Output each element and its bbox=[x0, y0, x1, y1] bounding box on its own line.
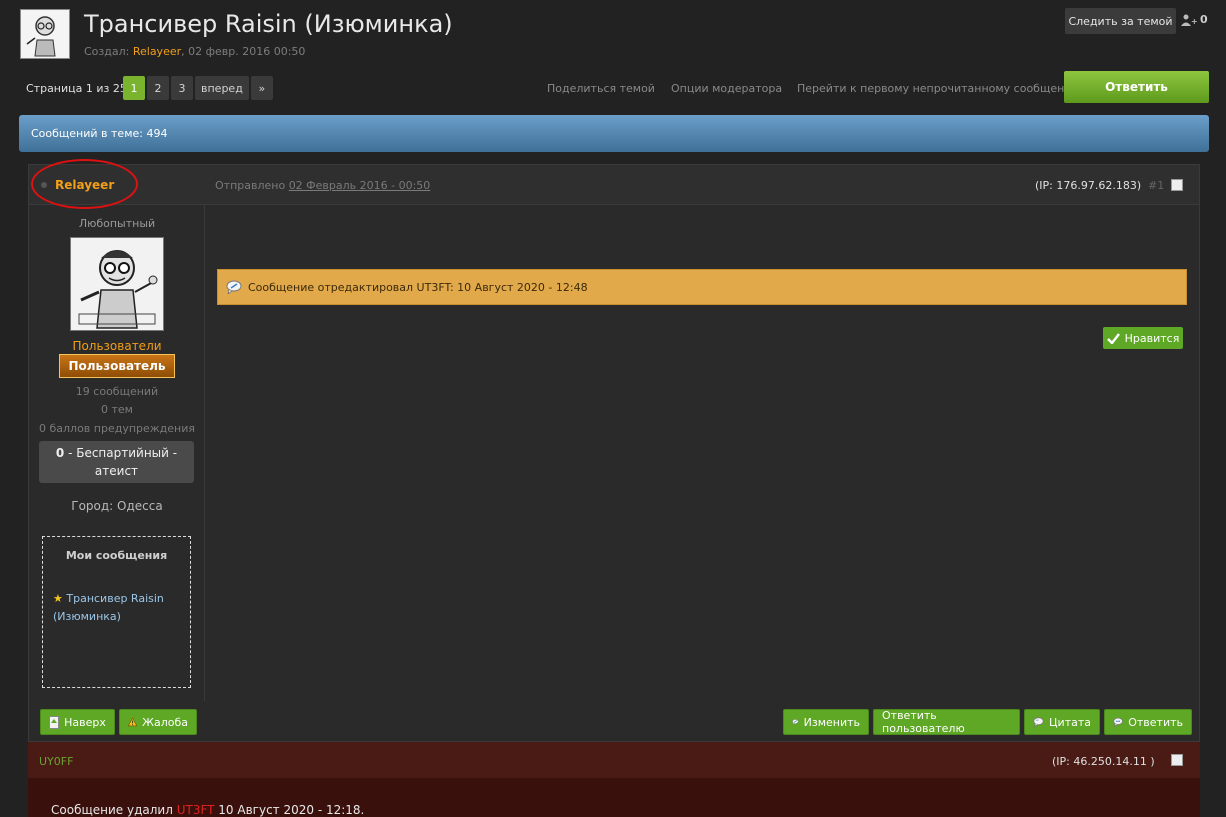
reply-topic-button[interactable]: Ответить bbox=[1064, 71, 1209, 103]
reply-bubble-icon bbox=[1113, 717, 1123, 728]
edit-bubble-icon bbox=[792, 719, 799, 726]
next-page-button[interactable]: вперед bbox=[195, 76, 249, 100]
report-label: Жалоба bbox=[142, 715, 188, 729]
deleted-post-author-link[interactable]: UY0FF bbox=[39, 755, 73, 768]
warning-points: 0 баллов предупреждения bbox=[38, 422, 196, 435]
report-button[interactable]: Жалоба bbox=[119, 709, 197, 735]
author-city: Город: Одесса bbox=[71, 499, 163, 513]
like-button[interactable]: Нравится bbox=[1103, 327, 1183, 349]
posts-count: 19 сообщений bbox=[75, 385, 159, 398]
topic-meta: Создал: Relayeer, 02 февр. 2016 00:50 bbox=[84, 45, 305, 58]
follow-topic-button[interactable]: Следить за темой bbox=[1065, 8, 1176, 34]
deleted-post-ip: (IP: 46.250.14.11 ) bbox=[1052, 755, 1155, 768]
edit-notice-text: Сообщение отредактировал UT3FT: 10 Авгус… bbox=[248, 280, 588, 294]
svg-text:+: + bbox=[1191, 17, 1197, 26]
page-up-icon bbox=[49, 715, 60, 729]
followers-number: 0 bbox=[1200, 13, 1208, 26]
my-posts-title: Мои сообщения bbox=[65, 549, 168, 562]
posted-prefix: Отправлено bbox=[215, 179, 289, 192]
moderator-options-link[interactable]: Опции модератора bbox=[671, 82, 782, 95]
page-2[interactable]: 2 bbox=[147, 76, 169, 100]
back-to-top-button[interactable]: Наверх bbox=[40, 709, 115, 735]
edit-notice: Сообщение отредактировал UT3FT: 10 Авгус… bbox=[217, 269, 1187, 305]
reputation-text-1: - Беспартийный - bbox=[64, 446, 178, 460]
topic-starter-avatar[interactable] bbox=[20, 9, 70, 59]
my-posts-item-label: Трансивер Raisin (Изюминка) bbox=[53, 592, 164, 623]
author-avatar[interactable] bbox=[70, 237, 164, 331]
topic-title: Трансивер Raisin (Изюминка) bbox=[84, 10, 453, 38]
post-date: Отправлено 02 Февраль 2016 - 00:50 bbox=[215, 179, 430, 192]
topic-author-link[interactable]: Relayeer bbox=[133, 45, 181, 58]
quote-label: Цитата bbox=[1049, 715, 1091, 729]
first-unread-link[interactable]: Перейти к первому непрочитанному сообщен… bbox=[797, 82, 1081, 95]
meta-date: , 02 февр. 2016 00:50 bbox=[181, 45, 306, 58]
post-header bbox=[29, 165, 1199, 205]
deleting-moderator-link[interactable]: UT3FT bbox=[177, 803, 215, 817]
reply-to-user-button[interactable]: Ответить пользователю bbox=[873, 709, 1020, 735]
group-badge: Пользователь bbox=[59, 354, 175, 378]
deleted-post-select-checkbox[interactable] bbox=[1171, 754, 1183, 766]
edit-post-label: Изменить bbox=[803, 715, 860, 729]
meta-prefix: Создал: bbox=[84, 45, 133, 58]
reply-label: Ответить bbox=[1128, 715, 1183, 729]
page-1[interactable]: 1 bbox=[123, 76, 145, 100]
topics-count: 0 тем bbox=[101, 403, 133, 416]
svg-text:": " bbox=[1036, 720, 1039, 726]
my-posts-item[interactable]: ★ Трансивер Raisin (Изюминка) bbox=[53, 590, 183, 626]
reputation-text-2: атеист bbox=[94, 464, 139, 478]
back-to-top-label: Наверх bbox=[64, 715, 106, 729]
reply-button[interactable]: Ответить bbox=[1104, 709, 1192, 735]
last-page-button[interactable]: » bbox=[250, 76, 273, 100]
post-select-checkbox[interactable] bbox=[1171, 179, 1183, 191]
deleted-post-message: Сообщение удалил UT3FT 10 Август 2020 - … bbox=[51, 803, 364, 817]
star-icon: ★ bbox=[53, 592, 63, 605]
post-number-link[interactable]: #1 bbox=[1148, 179, 1164, 192]
edit-bubble-icon bbox=[226, 280, 242, 294]
checkmark-icon bbox=[1106, 332, 1120, 344]
followers-count[interactable]: + 0 bbox=[1181, 13, 1208, 26]
pagination: 1 2 3 вперед » bbox=[123, 76, 273, 100]
warning-icon bbox=[128, 717, 138, 727]
deleted-msg-prefix: Сообщение удалил bbox=[51, 803, 177, 817]
member-rank: Любопытный bbox=[78, 217, 156, 230]
reputation-box: 0 - Беспартийный - атеист bbox=[39, 441, 194, 483]
deleted-msg-suffix: 10 Август 2020 - 12:18. bbox=[214, 803, 365, 817]
quote-button[interactable]: " Цитата bbox=[1024, 709, 1100, 735]
edit-post-button[interactable]: Изменить bbox=[783, 709, 869, 735]
like-label: Нравится bbox=[1124, 331, 1180, 345]
users-icon: + bbox=[1181, 14, 1197, 26]
post-ip: (IP: 176.97.62.183) bbox=[1035, 179, 1142, 192]
quote-bubble-icon: " bbox=[1033, 717, 1044, 728]
member-group: Пользователи bbox=[72, 339, 162, 353]
deleted-post-header bbox=[28, 742, 1200, 778]
post-count-bar: Сообщений в теме: 494 bbox=[19, 115, 1209, 152]
reply-to-user-label: Ответить пользователю bbox=[882, 709, 965, 735]
post-date-link[interactable]: 02 Февраль 2016 - 00:50 bbox=[289, 179, 431, 192]
page-indicator: Страница 1 из 25 bbox=[26, 82, 127, 95]
page-3[interactable]: 3 bbox=[171, 76, 193, 100]
highlight-annotation bbox=[31, 159, 138, 209]
reputation-value: 0 bbox=[55, 446, 65, 460]
share-topic-link[interactable]: Поделиться темой bbox=[547, 82, 655, 95]
